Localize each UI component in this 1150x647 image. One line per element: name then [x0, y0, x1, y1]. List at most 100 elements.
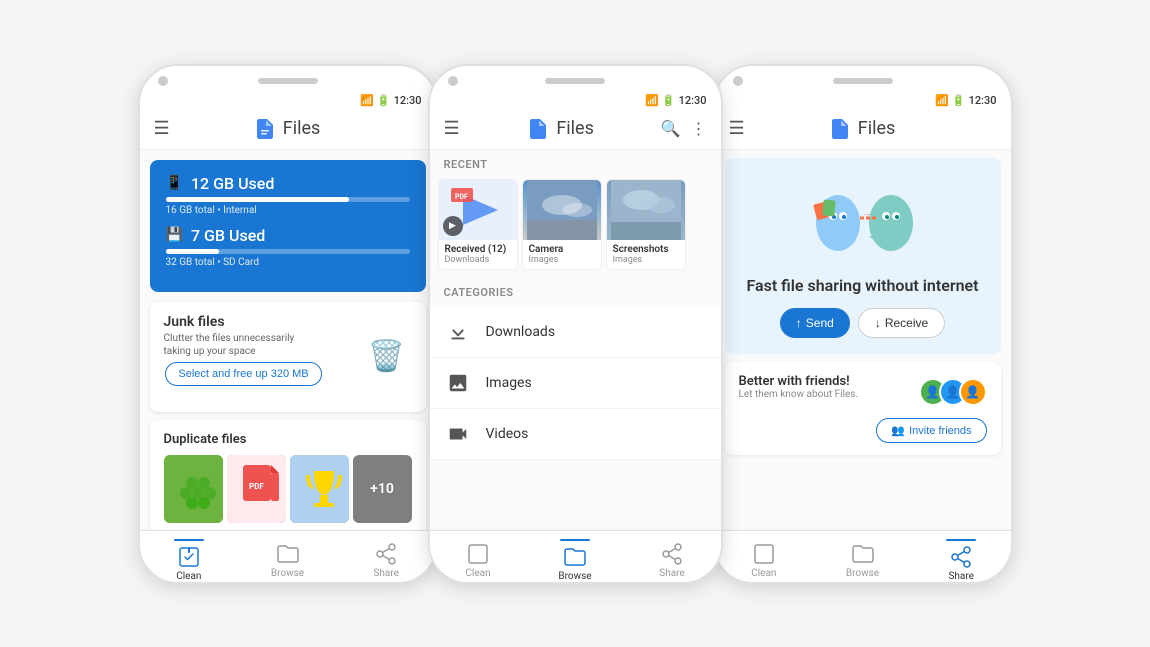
sdcard-icon: 💾: [166, 227, 183, 243]
recent-info-1: Received (12) Downloads: [439, 240, 517, 269]
app-title-3: Files: [858, 118, 896, 139]
time-display-2: 12:30: [679, 94, 707, 107]
category-images[interactable]: Images: [430, 358, 721, 409]
nav-browse-1[interactable]: Browse: [238, 536, 337, 584]
recent-item-3[interactable]: Screenshots Images: [606, 179, 686, 270]
phone-storage-icon: 📱: [166, 175, 183, 191]
status-icons: 📶 🔋 12:30: [360, 94, 421, 107]
play-icon: ▶: [443, 216, 463, 236]
phone-2-status-bar: 📶 🔋 12:30: [430, 92, 721, 109]
share-nav-icon-2: [660, 542, 684, 566]
recent-item-2[interactable]: Camera Images: [522, 179, 602, 270]
videos-label: Videos: [486, 426, 529, 442]
recent-sub-3: Images: [613, 255, 679, 265]
sharing-illustration-icon: →: [803, 178, 923, 268]
videos-icon: [444, 420, 472, 448]
phone-2-content: RECENT PDF ▶ Received (12): [430, 150, 721, 530]
svg-text:PDF: PDF: [455, 193, 468, 201]
nav-share-2[interactable]: Share: [624, 536, 721, 584]
send-button[interactable]: ↑ Send: [780, 308, 850, 338]
menu-icon-2[interactable]: ☰: [444, 118, 460, 139]
storage-card: 📱 12 GB Used 16 GB total • Internal 💾 7 …: [150, 160, 426, 292]
phone-speaker: [258, 78, 318, 84]
nav-clean-3[interactable]: Clean: [715, 536, 814, 584]
app-bar-title: Files: [170, 117, 404, 141]
app-title: Files: [283, 118, 321, 139]
junk-icon-area: 🗑️: [362, 332, 412, 382]
friends-text-area: Better with friends! Let them know about…: [739, 374, 859, 410]
download-svg-icon: [447, 321, 469, 343]
storage-sd-bar: [166, 249, 410, 254]
sharing-ghosts-svg: →: [803, 178, 923, 258]
invite-friends-button[interactable]: 👥 Invite friends: [876, 418, 986, 443]
browse-label-2: Browse: [558, 571, 591, 582]
menu-icon-3[interactable]: ☰: [729, 118, 745, 139]
downloads-label: Downloads: [486, 324, 556, 340]
nav-clean-1[interactable]: Clean: [140, 533, 239, 584]
share-nav-icon-3: [949, 545, 973, 569]
phone-1-app-bar: ☰ Files: [140, 109, 436, 150]
svg-text:→: →: [863, 209, 871, 218]
friend-avatars: 👤 👤 👤: [919, 378, 987, 406]
category-downloads[interactable]: Downloads: [430, 307, 721, 358]
recent-thumb-2-img: [527, 180, 597, 240]
videos-svg-icon: [447, 423, 469, 445]
recent-info-2: Camera Images: [523, 240, 601, 269]
share-nav-icon: [374, 542, 398, 566]
storage-internal-bar: [166, 197, 410, 202]
clean-label-2: Clean: [465, 568, 490, 579]
dup-thumb-2-img: PDF: [227, 455, 286, 523]
storage-sd-fill: [166, 249, 220, 254]
menu-icon[interactable]: ☰: [154, 118, 170, 139]
friends-top-row: Better with friends! Let them know about…: [739, 374, 987, 410]
sharing-illustration: → Fast file sharing without internet ↑ S…: [725, 158, 1001, 355]
select-btn-wrapper: Select and free up 320 MB: [164, 358, 324, 400]
junk-title: Junk files: [164, 314, 324, 330]
clean-nav-icon-2: [466, 542, 490, 566]
active-indicator: [174, 539, 204, 541]
search-icon[interactable]: 🔍: [661, 119, 681, 138]
action-icons-2: 🔍 ⋮: [661, 119, 707, 138]
send-icon: ↑: [796, 316, 802, 330]
browse-nav-icon: [276, 542, 300, 566]
nav-share-3[interactable]: Share: [912, 533, 1011, 584]
images-svg-icon: [447, 372, 469, 394]
phone-3-content: → Fast file sharing without internet ↑ S…: [715, 150, 1011, 530]
nav-clean-2[interactable]: Clean: [430, 536, 527, 584]
time-display-3: 12:30: [969, 94, 997, 107]
receive-button[interactable]: ↓ Receive: [858, 308, 945, 338]
phone-3-app-bar: ☰ Files: [715, 109, 1011, 150]
recent-thumb-3-img: [611, 180, 681, 240]
recent-name-1: Received (12): [445, 244, 511, 255]
battery-icon-2: 🔋: [662, 94, 676, 107]
active-indicator-3: [946, 539, 976, 541]
battery-icon: 🔋: [377, 94, 391, 107]
images-label: Images: [486, 375, 532, 391]
nav-browse-3[interactable]: Browse: [813, 536, 912, 584]
signal-icon: 📶: [360, 94, 374, 107]
recent-row: PDF ▶ Received (12) Downloads: [430, 175, 721, 278]
phone-3-bottom-nav: Clean Browse Share: [715, 530, 1011, 584]
storage-sdcard: 💾 7 GB Used 32 GB total • SD Card: [166, 226, 410, 268]
phone-1-top-bar: [140, 66, 436, 92]
phone-1-content: 📱 12 GB Used 16 GB total • Internal 💾 7 …: [140, 150, 436, 530]
time-display: 12:30: [394, 94, 422, 107]
recent-info-3: Screenshots Images: [607, 240, 685, 269]
junk-emoji-icon: 🗑️: [368, 339, 405, 374]
more-icon[interactable]: ⋮: [691, 119, 707, 138]
nav-share-1[interactable]: Share: [337, 536, 436, 584]
select-free-button[interactable]: Select and free up 320 MB: [165, 362, 321, 386]
browse-nav-icon-2: [563, 545, 587, 569]
dup-thumb-more: +10: [353, 455, 412, 523]
nav-browse-2[interactable]: Browse: [527, 533, 624, 584]
clean-nav-icon: [177, 545, 201, 569]
phone-2-app-bar: ☰ Files 🔍 ⋮: [430, 109, 721, 150]
recent-item-1[interactable]: PDF ▶ Received (12) Downloads: [438, 179, 518, 270]
friends-desc: Let them know about Files.: [739, 389, 859, 400]
browse-nav-icon-3: [851, 542, 875, 566]
storage-internal: 📱 12 GB Used 16 GB total • Internal: [166, 174, 410, 216]
category-videos[interactable]: Videos: [430, 409, 721, 460]
share-label-3: Share: [948, 571, 973, 582]
files-logo-icon-3: [828, 117, 852, 141]
duplicate-title: Duplicate files: [164, 432, 412, 447]
